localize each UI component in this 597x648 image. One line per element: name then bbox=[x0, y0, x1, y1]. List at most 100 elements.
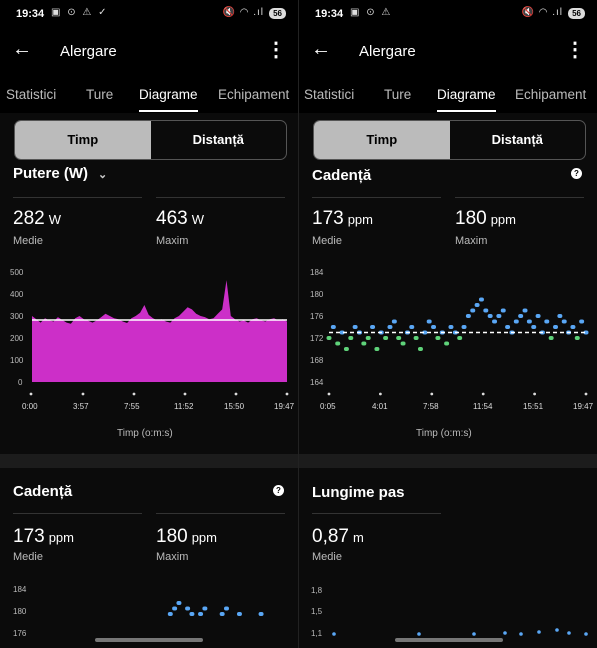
battery-icon: 56 bbox=[568, 8, 585, 19]
back-arrow-icon[interactable]: ← bbox=[311, 38, 331, 61]
x-tick: 19:47 bbox=[573, 402, 594, 411]
cadence-point bbox=[417, 347, 423, 351]
cadence-point bbox=[258, 612, 264, 616]
cadence-point bbox=[413, 336, 419, 340]
tab-ture[interactable]: Ture bbox=[384, 87, 411, 102]
tab-echipament[interactable]: Echipament bbox=[218, 87, 289, 102]
status-time: 19:34 bbox=[16, 8, 45, 20]
cadence-point bbox=[531, 325, 537, 329]
more-options-icon[interactable]: ⋮ bbox=[266, 37, 286, 62]
cadence-point bbox=[461, 325, 467, 329]
tab-echipament[interactable]: Echipament bbox=[515, 87, 586, 102]
x-tick: 4:01 bbox=[372, 402, 388, 411]
x-tick-dot bbox=[584, 392, 588, 396]
toggle-time[interactable]: Timp bbox=[15, 121, 151, 159]
cadence-point bbox=[487, 314, 493, 318]
stride-point bbox=[332, 632, 336, 636]
cadence-point bbox=[448, 325, 454, 329]
x-tick-dot bbox=[81, 392, 85, 396]
toggle-distance[interactable]: Distanță bbox=[151, 121, 287, 159]
x-tick: 7:58 bbox=[423, 402, 439, 411]
gesture-bar bbox=[395, 638, 503, 642]
cadence-point bbox=[535, 314, 541, 318]
cadence-point bbox=[518, 314, 524, 318]
page-title: Alergare bbox=[359, 43, 416, 60]
x-tick-dot bbox=[533, 392, 536, 396]
stride-avg-label: Medie bbox=[312, 551, 342, 563]
cadence-max-label: Maxim bbox=[455, 235, 488, 247]
cadence-point bbox=[189, 612, 195, 616]
tab-ture[interactable]: Ture bbox=[86, 87, 113, 102]
cadence-avg-value: 173 ppm bbox=[13, 526, 74, 547]
cadence-point bbox=[570, 325, 576, 329]
x-tick-dot bbox=[183, 392, 187, 396]
cadence-point bbox=[544, 319, 550, 324]
help-icon[interactable]: ? bbox=[273, 485, 284, 496]
tab-statistici[interactable]: Statistici bbox=[6, 87, 56, 102]
back-arrow-icon[interactable]: ← bbox=[12, 38, 32, 61]
cadence-point bbox=[335, 341, 341, 346]
toggle-distance[interactable]: Distanță bbox=[450, 121, 586, 159]
cadence-heading: Cadență bbox=[13, 483, 73, 500]
cadence-point bbox=[176, 601, 182, 605]
x-tick-dot bbox=[379, 392, 382, 396]
notification-icons: ▣ ⊙ ⚠ bbox=[350, 7, 393, 18]
stride-point bbox=[555, 628, 559, 632]
section-gap bbox=[299, 454, 597, 468]
cadence-point bbox=[387, 325, 393, 329]
app-bar: ← Alergare ⋮ bbox=[0, 34, 298, 68]
app-bar: ← Alergare ⋮ bbox=[299, 34, 597, 68]
x-tick: 0:05 bbox=[320, 402, 336, 411]
cadence-point bbox=[553, 325, 559, 329]
tab-bar: Statistici Ture Diagrame Echipament bbox=[0, 84, 298, 114]
cadence-point bbox=[400, 341, 406, 346]
x-tick-dot bbox=[481, 392, 485, 396]
tab-diagrame[interactable]: Diagrame bbox=[437, 87, 496, 112]
cadence-point bbox=[172, 606, 178, 611]
cadence-point bbox=[500, 308, 506, 313]
cadence-point bbox=[167, 612, 173, 616]
cadence-point bbox=[383, 336, 389, 340]
notification-icons: ▣ ⊙ ⚠ ✓ bbox=[51, 7, 109, 18]
cadence-point bbox=[198, 612, 204, 616]
power-heading[interactable]: Putere (W) ⌄ bbox=[13, 165, 107, 182]
x-tick-dot bbox=[29, 392, 33, 396]
stride-point bbox=[584, 632, 588, 636]
power-heading-label: Putere (W) bbox=[13, 165, 88, 182]
cadence-point bbox=[470, 308, 476, 313]
stride-point bbox=[519, 632, 523, 636]
status-bar: 19:34 ▣ ⊙ ⚠ 🔇 ◠ .ıl 56 bbox=[299, 0, 597, 28]
x-tick: 0:00 bbox=[22, 402, 38, 411]
cadence-point bbox=[236, 612, 242, 616]
power-chart bbox=[29, 280, 289, 396]
time-distance-toggle: Timp Distanță bbox=[313, 120, 586, 160]
x-tick-dot bbox=[132, 392, 136, 396]
cadence-point bbox=[496, 314, 502, 318]
more-options-icon[interactable]: ⋮ bbox=[565, 37, 585, 62]
help-icon[interactable]: ? bbox=[571, 168, 582, 179]
stride-heading: Lungime pas bbox=[312, 484, 405, 501]
gesture-bar bbox=[95, 638, 203, 642]
chevron-down-icon[interactable]: ⌄ bbox=[98, 169, 107, 181]
cadence-heading: Cadență bbox=[312, 167, 372, 184]
cadence-point bbox=[330, 325, 336, 329]
cadence-point bbox=[444, 341, 450, 346]
cadence-point bbox=[219, 612, 225, 616]
toggle-time[interactable]: Timp bbox=[314, 121, 450, 159]
stride-point bbox=[417, 632, 421, 636]
cadence-point bbox=[374, 347, 380, 351]
x-tick-dot bbox=[285, 392, 289, 396]
tab-statistici[interactable]: Statistici bbox=[304, 87, 354, 102]
divider bbox=[312, 513, 441, 514]
x-tick-dot bbox=[327, 392, 331, 396]
cadence-point bbox=[361, 341, 367, 346]
cadence-max-value: 180 ppm bbox=[156, 526, 217, 547]
battery-icon: 56 bbox=[269, 8, 286, 19]
stride-point bbox=[472, 632, 476, 636]
cadence-point bbox=[391, 319, 397, 324]
tab-diagrame[interactable]: Diagrame bbox=[139, 87, 198, 112]
cadence-avg-label: Medie bbox=[13, 551, 43, 563]
cadence-point bbox=[426, 319, 432, 324]
section-gap bbox=[0, 454, 298, 468]
cadence-point bbox=[223, 606, 229, 611]
